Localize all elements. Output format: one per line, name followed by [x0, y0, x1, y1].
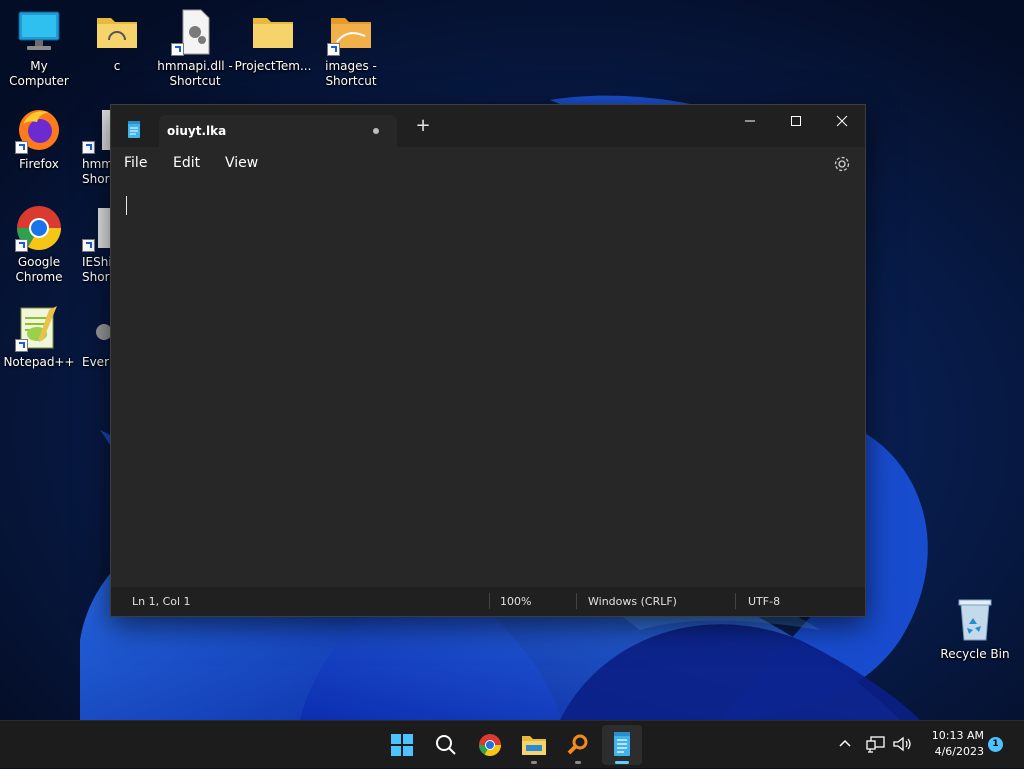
- firefox-icon: [15, 106, 63, 154]
- menu-bar: File Edit View: [111, 147, 865, 181]
- maximize-icon: [791, 116, 801, 126]
- desktop-icon-hmmapi-shortcut[interactable]: hmmapi.dll - Shortcut: [156, 8, 234, 89]
- volume-icon[interactable]: [892, 735, 912, 753]
- menu-file[interactable]: File: [124, 155, 147, 171]
- notepad-window[interactable]: oiuyt.lka + File Edit View Ln 1, Col 1 1…: [110, 104, 866, 617]
- active-indicator: [615, 761, 629, 764]
- magnifier-app-icon: [567, 734, 588, 755]
- status-divider: [735, 593, 736, 609]
- shortcut-arrow-icon: [82, 141, 95, 154]
- encoding: UTF-8: [748, 595, 781, 608]
- shortcut-arrow-icon: [15, 141, 28, 154]
- minimize-icon: [745, 120, 755, 122]
- running-indicator: [531, 761, 537, 764]
- menu-edit[interactable]: Edit: [173, 155, 200, 171]
- monitor-icon: [15, 8, 63, 56]
- tab-title: oiuyt.lka: [167, 124, 227, 138]
- shortcut-arrow-icon: [171, 43, 184, 56]
- shortcut-arrow-icon: [15, 339, 28, 352]
- images-folder-icon: [327, 8, 375, 56]
- windows-logo-icon: [391, 734, 413, 756]
- maximize-button[interactable]: [773, 105, 819, 137]
- status-bar: Ln 1, Col 1 100% Windows (CRLF) UTF-8: [111, 587, 865, 616]
- shortcut-arrow-icon: [15, 239, 28, 252]
- line-ending: Windows (CRLF): [588, 595, 677, 608]
- running-indicator: [575, 761, 581, 764]
- taskbar-notepad-button[interactable]: [602, 725, 642, 765]
- status-divider: [489, 593, 490, 609]
- minimize-button[interactable]: [727, 105, 773, 137]
- desktop-icon-ieshi-partial[interactable]: IEShi Shor: [82, 204, 110, 285]
- menu-view[interactable]: View: [225, 155, 258, 171]
- desktop-icon-projecttem-folder[interactable]: ProjectTem...: [234, 8, 312, 74]
- gear-file-icon: [82, 304, 110, 352]
- folder-icon: [522, 736, 546, 755]
- chrome-icon: [15, 204, 63, 252]
- desktop-icon-ever-partial[interactable]: Ever: [82, 304, 110, 370]
- new-tab-button[interactable]: +: [415, 117, 431, 135]
- system-clock[interactable]: 10:13 AM 4/6/2023: [918, 728, 984, 760]
- status-divider: [576, 593, 577, 609]
- recycle-bin-icon: [951, 596, 999, 644]
- unsaved-dot-icon[interactable]: [373, 128, 379, 134]
- folder-icon: [249, 8, 297, 56]
- text-caret: [126, 196, 127, 215]
- notification-badge[interactable]: 1: [988, 737, 1003, 752]
- desktop-icon-recycle-bin[interactable]: Recycle Bin: [936, 596, 1014, 662]
- dll-file-icon: [171, 8, 219, 56]
- tab-oiuyt[interactable]: oiuyt.lka: [159, 115, 397, 147]
- taskbar-search-button[interactable]: [426, 725, 466, 765]
- notepad-icon: [614, 732, 630, 756]
- title-bar[interactable]: oiuyt.lka +: [111, 105, 865, 147]
- close-button[interactable]: [819, 105, 865, 137]
- notepadpp-icon: [15, 304, 63, 352]
- desktop-icon-images-shortcut[interactable]: images - Shortcut: [312, 8, 390, 89]
- text-editor-area[interactable]: [111, 181, 865, 589]
- taskbar-file-explorer-button[interactable]: [514, 725, 554, 765]
- clock-time: 10:13 AM: [931, 729, 984, 742]
- chrome-icon: [479, 734, 501, 756]
- taskbar-chrome-button[interactable]: [470, 725, 510, 765]
- search-icon: [436, 735, 456, 755]
- desktop-icon-firefox[interactable]: Firefox: [0, 106, 78, 172]
- notepad-app-icon: [128, 121, 140, 138]
- clock-date: 4/6/2023: [934, 745, 984, 758]
- desktop-icon-c-folder[interactable]: c: [78, 8, 156, 74]
- taskbar: 10:13 AM 4/6/2023 1: [0, 720, 1024, 768]
- zoom-level: 100%: [500, 595, 532, 608]
- file-icon: [82, 106, 110, 154]
- desktop-icon-notepadpp[interactable]: Notepad++: [0, 304, 78, 370]
- desktop-icon-my-computer[interactable]: My Computer: [0, 8, 78, 89]
- chevron-up-icon[interactable]: [836, 735, 854, 753]
- desktop-icon-hmm-partial[interactable]: hmm Shor: [82, 106, 110, 187]
- shortcut-arrow-icon: [327, 43, 340, 56]
- shortcut-arrow-icon: [82, 239, 95, 252]
- cursor-position: Ln 1, Col 1: [132, 595, 191, 608]
- network-icon[interactable]: [866, 735, 886, 753]
- start-button[interactable]: [382, 725, 422, 765]
- folder-icon: [93, 8, 141, 56]
- taskbar-search-tool-button[interactable]: [558, 725, 598, 765]
- desktop-icon-google-chrome[interactable]: Google Chrome: [0, 204, 78, 285]
- file-icon: [82, 204, 110, 252]
- settings-gear-icon[interactable]: [833, 155, 851, 173]
- close-icon: [836, 115, 848, 127]
